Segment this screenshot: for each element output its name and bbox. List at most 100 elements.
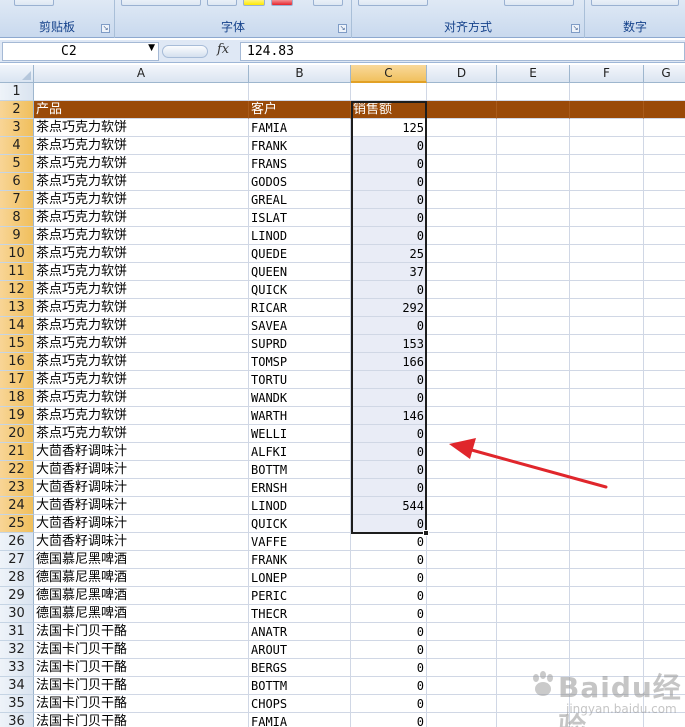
font-size-button[interactable] <box>121 0 201 6</box>
cell-empty[interactable] <box>570 461 644 479</box>
formula-bar-resize-handle[interactable] <box>162 45 208 58</box>
cell-empty[interactable] <box>427 605 497 623</box>
column-header-f[interactable]: F <box>570 65 644 83</box>
cell-empty[interactable] <box>644 119 685 137</box>
cell-customer[interactable]: VAFFE <box>249 533 351 551</box>
cell-customer[interactable]: FAMIA <box>249 713 351 727</box>
cell-empty[interactable] <box>427 83 497 101</box>
cell-empty[interactable] <box>644 137 685 155</box>
cell-customer[interactable]: PERIC <box>249 587 351 605</box>
cell-empty[interactable] <box>427 515 497 533</box>
cell-empty[interactable] <box>427 713 497 727</box>
cell-empty[interactable] <box>570 389 644 407</box>
cell-empty[interactable] <box>644 569 685 587</box>
cell-empty[interactable] <box>427 479 497 497</box>
cell-sales[interactable]: 0 <box>351 695 427 713</box>
cell-customer[interactable]: CHOPS <box>249 695 351 713</box>
cell-empty[interactable] <box>497 299 570 317</box>
cell-empty[interactable] <box>644 191 685 209</box>
cell-sales[interactable]: 0 <box>351 713 427 727</box>
cell-sales[interactable] <box>351 83 427 101</box>
cell-customer[interactable]: WELLI <box>249 425 351 443</box>
cell-sales[interactable]: 544 <box>351 497 427 515</box>
align-button[interactable] <box>358 0 428 6</box>
font-color-button[interactable] <box>271 0 293 6</box>
row-header[interactable]: 20 <box>0 425 34 443</box>
row-header[interactable]: 17 <box>0 371 34 389</box>
cell-empty[interactable] <box>427 155 497 173</box>
cell-customer[interactable]: QUEEN <box>249 263 351 281</box>
cell-empty[interactable] <box>427 371 497 389</box>
cell-empty[interactable] <box>570 407 644 425</box>
cell-empty[interactable] <box>497 209 570 227</box>
cell-product[interactable]: 法国卡门贝干酪 <box>34 659 249 677</box>
cell-empty[interactable] <box>644 443 685 461</box>
cell-empty[interactable] <box>570 695 644 713</box>
cell-customer[interactable]: ERNSH <box>249 479 351 497</box>
cell-product[interactable]: 茶点巧克力软饼 <box>34 335 249 353</box>
cell-empty[interactable] <box>644 353 685 371</box>
cell-empty[interactable] <box>644 587 685 605</box>
cell-customer[interactable]: ALFKI <box>249 443 351 461</box>
cell-empty[interactable] <box>570 587 644 605</box>
cell-empty[interactable] <box>427 317 497 335</box>
cell-product[interactable]: 茶点巧克力软饼 <box>34 317 249 335</box>
cell-customer[interactable] <box>249 83 351 101</box>
cell-customer[interactable]: WARTH <box>249 407 351 425</box>
column-header-e[interactable]: E <box>497 65 570 83</box>
cell-empty[interactable] <box>644 263 685 281</box>
cell-empty[interactable] <box>427 623 497 641</box>
cell-customer[interactable]: QUICK <box>249 281 351 299</box>
cell-empty[interactable] <box>570 101 644 119</box>
cell-sales[interactable]: 0 <box>351 641 427 659</box>
column-header-d[interactable]: D <box>427 65 497 83</box>
cell-product[interactable]: 产品 <box>34 101 249 119</box>
cell-empty[interactable] <box>427 263 497 281</box>
cell-empty[interactable] <box>570 227 644 245</box>
column-header-b[interactable]: B <box>249 65 351 83</box>
cell-empty[interactable] <box>644 551 685 569</box>
cell-empty[interactable] <box>497 371 570 389</box>
name-box[interactable]: C2 ▼ <box>2 42 159 61</box>
row-header[interactable]: 4 <box>0 137 34 155</box>
cell-customer[interactable]: LINOD <box>249 227 351 245</box>
row-header[interactable]: 24 <box>0 497 34 515</box>
cell-empty[interactable] <box>497 137 570 155</box>
cell-empty[interactable] <box>644 389 685 407</box>
cell-sales[interactable]: 0 <box>351 479 427 497</box>
row-header[interactable]: 31 <box>0 623 34 641</box>
cell-sales[interactable]: 125 <box>351 119 427 137</box>
cell-empty[interactable] <box>427 227 497 245</box>
cell-empty[interactable] <box>644 677 685 695</box>
cell-empty[interactable] <box>570 353 644 371</box>
cell-empty[interactable] <box>427 551 497 569</box>
cell-empty[interactable] <box>644 515 685 533</box>
cell-empty[interactable] <box>497 551 570 569</box>
cell-sales[interactable]: 0 <box>351 461 427 479</box>
row-header[interactable]: 5 <box>0 155 34 173</box>
cell-empty[interactable] <box>497 713 570 727</box>
cell-empty[interactable] <box>570 515 644 533</box>
cell-empty[interactable] <box>644 317 685 335</box>
cell-empty[interactable] <box>644 659 685 677</box>
cell-empty[interactable] <box>497 641 570 659</box>
cell-sales[interactable]: 0 <box>351 371 427 389</box>
select-all-button[interactable] <box>0 65 34 83</box>
row-header[interactable]: 30 <box>0 605 34 623</box>
clipboard-launcher-icon[interactable]: ↘ <box>101 24 110 33</box>
cell-empty[interactable] <box>644 407 685 425</box>
cell-sales[interactable]: 166 <box>351 353 427 371</box>
cell-product[interactable]: 茶点巧克力软饼 <box>34 155 249 173</box>
cell-empty[interactable] <box>497 533 570 551</box>
cell-empty[interactable] <box>497 659 570 677</box>
cell-product[interactable]: 德国慕尼黑啤酒 <box>34 605 249 623</box>
row-header[interactable]: 6 <box>0 173 34 191</box>
cell-empty[interactable] <box>570 137 644 155</box>
cell-product[interactable]: 法国卡门贝干酪 <box>34 641 249 659</box>
cell-empty[interactable] <box>497 623 570 641</box>
cell-empty[interactable] <box>644 101 685 119</box>
row-header[interactable]: 32 <box>0 641 34 659</box>
cell-sales[interactable]: 0 <box>351 677 427 695</box>
cell-empty[interactable] <box>427 119 497 137</box>
cell-empty[interactable] <box>427 695 497 713</box>
